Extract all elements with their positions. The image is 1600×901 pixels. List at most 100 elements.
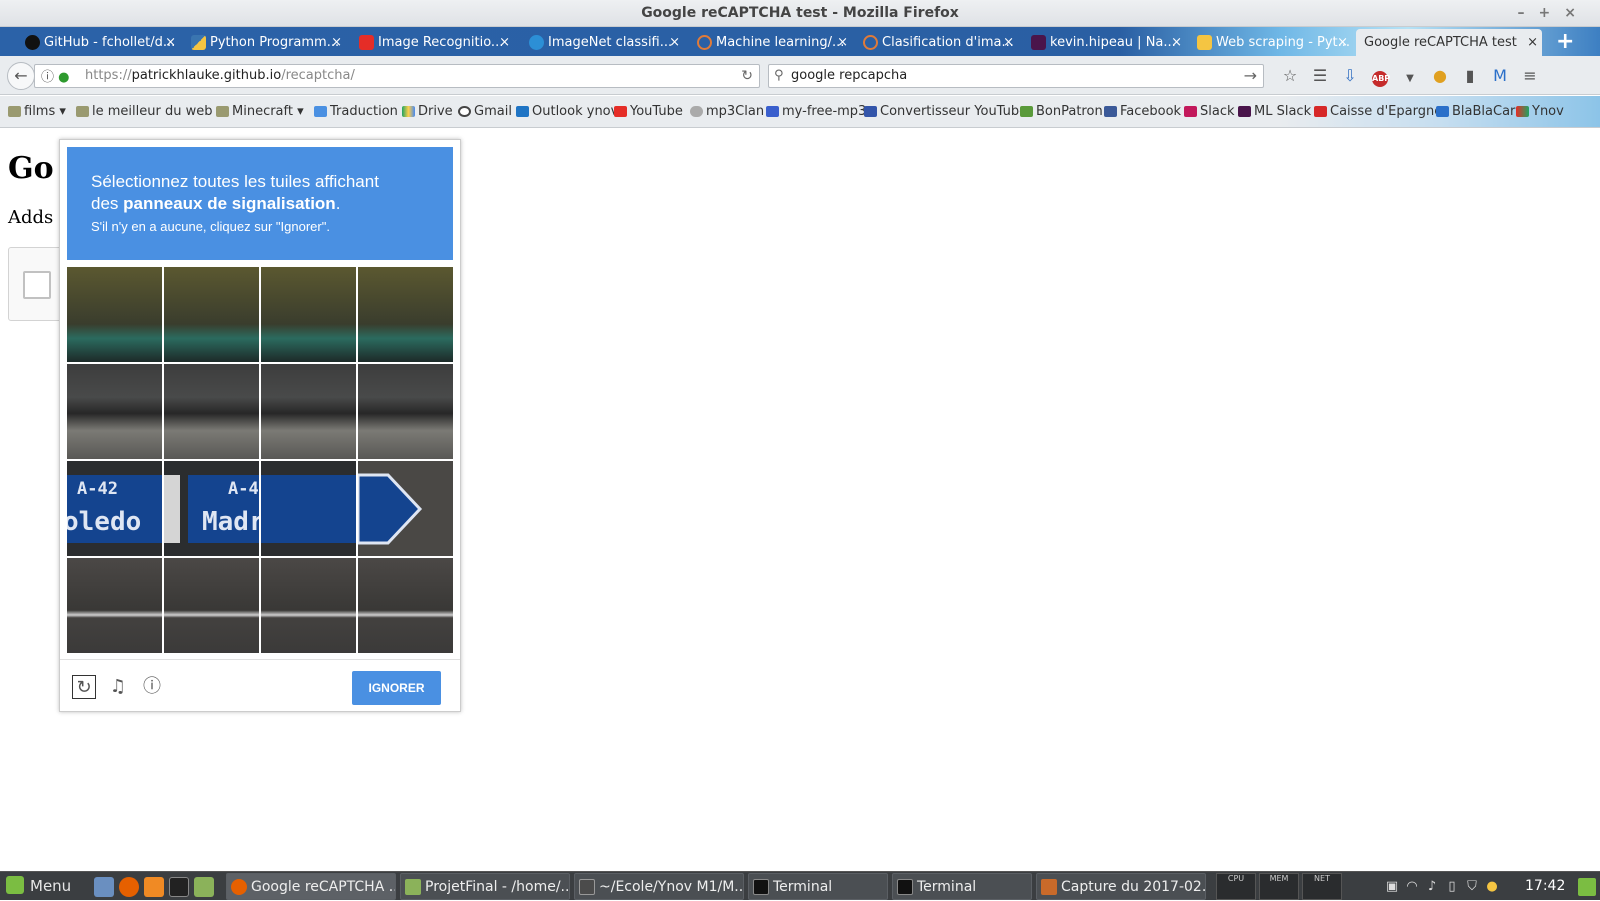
tile[interactable] (164, 364, 259, 459)
task-sublime[interactable]: ~/Ecole/Ynov M1/M... (574, 873, 744, 900)
keyboard-icon[interactable]: ▣ (1382, 872, 1402, 901)
bookmark-slack[interactable]: Slack (1182, 96, 1235, 127)
url-bar[interactable]: ⓘ ● https://patrickhlauke.github.io/reca… (34, 64, 760, 88)
headphones-icon[interactable]: ♫ (106, 675, 130, 699)
task-screenshot[interactable]: Capture du 2017-02... (1036, 873, 1206, 900)
ignore-button[interactable]: IGNORER (352, 671, 441, 705)
recaptcha-checkbox[interactable] (23, 271, 51, 299)
tile[interactable] (358, 364, 453, 459)
sublime-icon[interactable] (144, 877, 164, 897)
bookmark-meilleur-web[interactable]: le meilleur du web ▾ (74, 96, 223, 127)
bookmark-outlook[interactable]: Outlook ynov (514, 96, 618, 127)
dropdown-icon[interactable]: ▼ (1395, 67, 1425, 91)
weather-icon[interactable]: ● (1482, 872, 1502, 901)
tile[interactable] (67, 364, 162, 459)
bookmark-ynov[interactable]: Ynov (1514, 96, 1564, 127)
gmail-icon[interactable]: M (1485, 64, 1515, 88)
bookmark-films[interactable]: films ▾ (6, 96, 66, 127)
tab-close-icon[interactable]: × (669, 29, 680, 56)
tab-recaptcha-active[interactable]: Google reCAPTCHA test × (1356, 29, 1542, 56)
tab-imagenet[interactable]: ImageNet classifi... × (522, 29, 684, 56)
tab-machine-learning[interactable]: Machine learning/... × (690, 29, 852, 56)
tab-slack[interactable]: kevin.hipeau | Na... × (1024, 29, 1186, 56)
bookmark-convertisseur[interactable]: Convertisseur YouTube (862, 96, 1027, 127)
bookmark-facebook[interactable]: Facebook (1102, 96, 1181, 127)
bookmark-bonpatron[interactable]: BonPatron (1018, 96, 1103, 127)
search-go-icon[interactable]: → (1244, 65, 1257, 87)
tile[interactable] (261, 461, 356, 556)
tab-image-recognition[interactable]: Image Recognitio... × (352, 29, 514, 56)
tab-close-icon[interactable]: × (499, 29, 510, 56)
minimize-icon[interactable]: – (1518, 5, 1539, 21)
task-files[interactable]: ProjetFinal - /home/... (400, 873, 570, 900)
tile[interactable] (358, 558, 453, 653)
clipboard-icon[interactable]: ▮ (1455, 64, 1485, 88)
tile[interactable] (358, 267, 453, 362)
firefox-icon[interactable] (119, 877, 139, 897)
bookmark-star-icon[interactable]: ☆ (1275, 64, 1305, 88)
tile[interactable]: A-42 oledo (67, 461, 162, 556)
tile[interactable]: A-42 Madrid (164, 461, 259, 556)
volume-icon[interactable]: ♪ (1422, 872, 1442, 901)
files-icon[interactable] (194, 877, 214, 897)
bookmark-traduction[interactable]: Traduction (312, 96, 398, 127)
task-firefox[interactable]: Google reCAPTCHA ... (226, 873, 396, 900)
search-bar[interactable]: ⚲ google repcapcha → (768, 64, 1264, 88)
bookmark-blablacar[interactable]: BlaBlaCar (1434, 96, 1515, 127)
wifi-icon[interactable]: ◠ (1402, 872, 1422, 901)
cpu-monitor[interactable]: CPU (1216, 873, 1256, 900)
memory-monitor[interactable]: MEM (1259, 873, 1299, 900)
adblock-icon[interactable]: ABP (1365, 64, 1395, 88)
url-text[interactable]: https://patrickhlauke.github.io/recaptch… (85, 65, 355, 87)
reload-icon[interactable]: ↻ (741, 65, 753, 87)
tab-close-icon[interactable]: × (165, 29, 176, 56)
battery-icon[interactable]: ▯ (1442, 872, 1462, 901)
tab-close-icon[interactable]: × (1527, 29, 1538, 56)
tile[interactable] (67, 558, 162, 653)
new-tab-button[interactable]: + (1556, 27, 1574, 56)
tab-close-icon[interactable]: × (1003, 29, 1014, 56)
tab-close-icon[interactable]: × (1337, 29, 1348, 56)
extension-icon[interactable]: ● (1425, 64, 1455, 88)
tile[interactable] (164, 267, 259, 362)
bookmark-mp3clan[interactable]: mp3Clan (688, 96, 764, 127)
close-icon[interactable]: × (1564, 5, 1590, 21)
task-terminal-1[interactable]: Terminal (748, 873, 888, 900)
tab-web-scraping[interactable]: Web scraping - Pyt... × (1190, 29, 1352, 56)
tile[interactable] (261, 558, 356, 653)
hamburger-menu-icon[interactable]: ≡ (1515, 64, 1545, 88)
tile[interactable] (67, 267, 162, 362)
bookmark-caisse-epargne[interactable]: Caisse d'Epargne (1312, 96, 1442, 127)
info-icon[interactable]: ⓘ (41, 70, 54, 85)
terminal-icon[interactable] (169, 877, 189, 897)
reader-list-icon[interactable]: ☰ (1305, 64, 1335, 88)
start-menu-button[interactable]: Menu (6, 872, 71, 901)
download-icon[interactable]: ⇩ (1335, 64, 1365, 88)
bookmark-youtube[interactable]: YouTube (612, 96, 683, 127)
tab-python[interactable]: Python Programm... × (184, 29, 346, 56)
bookmark-ml-slack[interactable]: ML Slack (1236, 96, 1311, 127)
tile[interactable] (261, 267, 356, 362)
network-monitor[interactable]: NET (1302, 873, 1342, 900)
tab-close-icon[interactable]: × (1171, 29, 1182, 56)
bookmark-drive[interactable]: Drive (400, 96, 453, 127)
tab-close-icon[interactable]: × (331, 29, 342, 56)
maximize-icon[interactable]: + (1539, 5, 1565, 21)
tab-github[interactable]: GitHub - fchollet/d... × (18, 29, 180, 56)
back-button[interactable]: ← (7, 62, 35, 90)
desktop-icon[interactable] (94, 877, 114, 897)
tile[interactable] (358, 461, 453, 556)
clock[interactable]: 17:42 (1525, 872, 1565, 901)
bookmark-minecraft[interactable]: Minecraft ▾ (214, 96, 304, 127)
shield-icon[interactable]: ⛉ (1462, 872, 1482, 901)
tab-close-icon[interactable]: × (837, 29, 848, 56)
tile[interactable] (261, 364, 356, 459)
bookmark-my-free-mp3[interactable]: my-free-mp3 (764, 96, 866, 127)
tile[interactable] (164, 558, 259, 653)
show-desktop-button[interactable] (1578, 878, 1596, 896)
tab-clasification[interactable]: Clasification d'ima... × (856, 29, 1018, 56)
search-input[interactable]: google repcapcha (791, 65, 907, 87)
task-terminal-2[interactable]: Terminal (892, 873, 1032, 900)
refresh-icon[interactable]: ↻ (72, 675, 96, 699)
info-icon[interactable]: ⓘ (140, 675, 164, 699)
